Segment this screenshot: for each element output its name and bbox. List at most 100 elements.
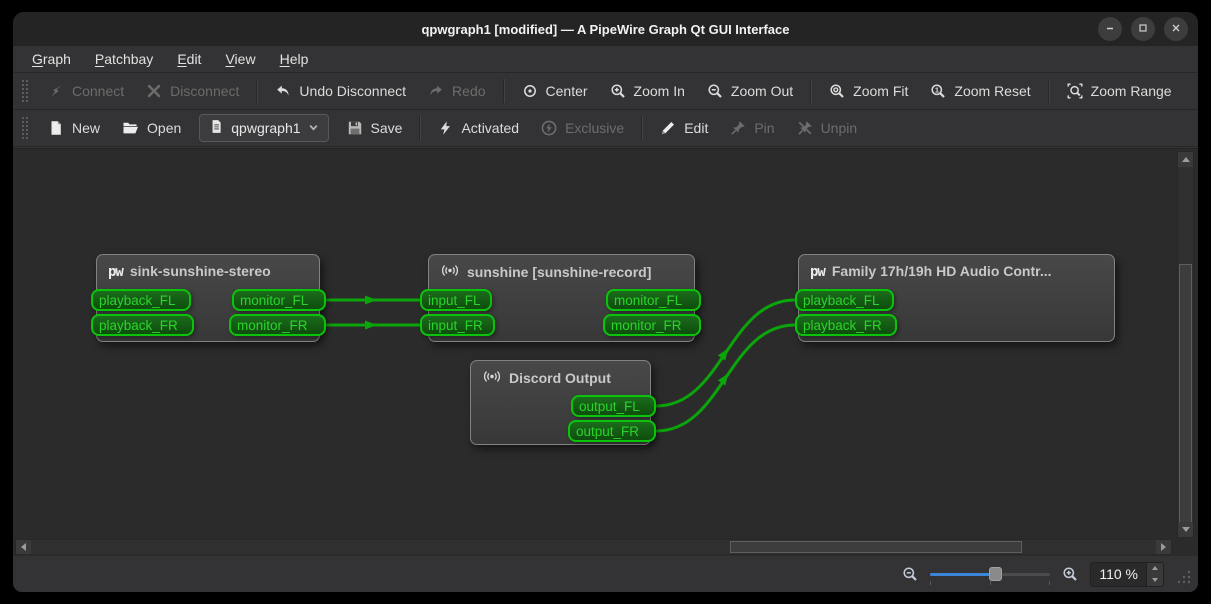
connect-button[interactable]: Connect xyxy=(39,78,133,104)
zoom-out-button[interactable]: Zoom Out xyxy=(698,78,802,104)
pipewire-icon: pw xyxy=(810,264,826,280)
node-title-bar: pw Family 17h/19h HD Audio Contr... xyxy=(799,255,1114,287)
chevron-down-icon xyxy=(308,120,319,136)
zoom-range-button[interactable]: Zoom Range xyxy=(1058,78,1181,104)
toolbar-button-label: Exclusive xyxy=(565,120,625,136)
statusbar-zoom-out-button[interactable] xyxy=(898,563,922,585)
port-family-playback-fl[interactable]: playback_FL xyxy=(795,289,894,311)
close-button[interactable] xyxy=(1164,17,1188,41)
port-discord-output-fl[interactable]: output_FL xyxy=(571,395,656,417)
toolbar-drag-handle[interactable] xyxy=(21,116,29,140)
toolbar-drag-handle[interactable] xyxy=(21,79,29,103)
menu-edit[interactable]: Edit xyxy=(168,49,210,69)
undo-icon xyxy=(275,83,291,99)
center-icon xyxy=(522,83,538,99)
port-sunshine-input-fl[interactable]: input_FL xyxy=(420,289,492,311)
zoom-in-icon xyxy=(610,83,626,99)
horizontal-scrollbar-thumb[interactable] xyxy=(730,541,1022,553)
pin-button[interactable]: Pin xyxy=(721,115,783,141)
menu-help[interactable]: Help xyxy=(271,49,318,69)
redo-icon xyxy=(428,83,444,99)
zoom-fit-icon xyxy=(829,83,845,99)
port-family-playback-fr[interactable]: playback_FR xyxy=(795,314,897,336)
zoom-out-icon xyxy=(707,83,723,99)
unpin-button[interactable]: Unpin xyxy=(788,115,867,141)
menu-patchbay[interactable]: Patchbay xyxy=(86,49,162,69)
zoom-spinbox[interactable]: 110 % xyxy=(1090,561,1164,587)
zoom-reset-button[interactable]: 1 Zoom Reset xyxy=(921,78,1039,104)
patchbay-file-combo[interactable]: qpwgraph1 xyxy=(199,114,329,142)
disconnect-icon xyxy=(146,83,162,99)
zoom-value[interactable]: 110 % xyxy=(1091,563,1146,586)
document-icon xyxy=(209,119,224,137)
port-sunshine-monitor-fl[interactable]: monitor_FL xyxy=(606,289,701,311)
menu-graph[interactable]: Graph xyxy=(23,49,80,69)
exclusive-button[interactable]: Exclusive xyxy=(532,115,633,141)
pipewire-icon: pw xyxy=(108,264,124,280)
save-button[interactable]: Save xyxy=(338,115,412,141)
disconnect-button[interactable]: Disconnect xyxy=(137,78,248,104)
edit-button[interactable]: Edit xyxy=(651,115,717,141)
connect-icon xyxy=(48,83,64,99)
scroll-up-button[interactable] xyxy=(1178,152,1193,167)
activated-button[interactable]: Activated xyxy=(429,115,528,141)
minimize-icon xyxy=(1104,22,1116,37)
statusbar-zoom-in-button[interactable] xyxy=(1058,563,1082,585)
redo-button[interactable]: Redo xyxy=(419,78,494,104)
toolbar-separator xyxy=(256,79,259,103)
scroll-right-button[interactable] xyxy=(1156,540,1171,554)
patchbay-toolbar: New Open qpwgraph1 Save Activated Exclusive Ed… xyxy=(13,110,1198,147)
menu-view[interactable]: View xyxy=(216,49,264,69)
zoom-step-up-button[interactable] xyxy=(1147,562,1163,574)
zoom-step-down-button[interactable] xyxy=(1147,574,1163,586)
maximize-icon xyxy=(1137,22,1149,37)
node-title: sink-sunshine-stereo xyxy=(129,263,271,279)
toolbar-button-label: Activated xyxy=(461,120,520,136)
zoom-spinbox-steppers xyxy=(1146,562,1163,586)
node-title: Family 17h/19h HD Audio Contr... xyxy=(831,263,1052,279)
zoom-fit-button[interactable]: Zoom Fit xyxy=(820,78,917,104)
zoom-slider-handle[interactable] xyxy=(989,567,1003,581)
open-icon xyxy=(122,120,139,136)
maximize-button[interactable] xyxy=(1131,17,1155,41)
zoom-slider[interactable] xyxy=(930,564,1051,585)
zoom-reset-icon: 1 xyxy=(930,83,946,99)
minimize-button[interactable] xyxy=(1098,17,1122,41)
vertical-scrollbar-thumb[interactable] xyxy=(1179,264,1192,524)
port-sink-playback-fl[interactable]: playback_FL xyxy=(91,289,191,311)
edge-arrow-icon xyxy=(717,373,729,386)
arrow-down-icon xyxy=(1181,527,1190,532)
port-discord-output-fr[interactable]: output_FR xyxy=(568,420,656,442)
scroll-left-button[interactable] xyxy=(16,540,31,554)
toolbar-separator xyxy=(1047,79,1050,103)
main-toolbar: Connect Disconnect Undo Disconnect Redo Cent… xyxy=(13,73,1198,110)
edit-icon xyxy=(660,120,676,136)
new-button[interactable]: New xyxy=(39,115,109,141)
vertical-scrollbar[interactable] xyxy=(1177,151,1194,538)
toolbar-button-label: Redo xyxy=(452,83,486,99)
center-button[interactable]: Center xyxy=(513,78,597,104)
broadcast-icon xyxy=(482,369,502,387)
toolbar-button-label: Center xyxy=(545,83,588,99)
window-title: qpwgraph1 [modified] — A PipeWire Graph … xyxy=(421,21,790,37)
toolbar-button-label: Zoom Range xyxy=(1090,83,1172,99)
toolbar-button-label: Zoom Fit xyxy=(853,83,909,99)
zoom-in-button[interactable]: Zoom In xyxy=(601,78,694,104)
pin-icon xyxy=(730,120,746,136)
port-sink-monitor-fr[interactable]: monitor_FR xyxy=(229,314,326,336)
port-sink-monitor-fl[interactable]: monitor_FL xyxy=(232,289,326,311)
exclusive-icon xyxy=(541,120,557,136)
window-resize-grip[interactable] xyxy=(1172,561,1194,587)
scroll-down-button[interactable] xyxy=(1178,522,1193,537)
node-title-bar: Discord Output xyxy=(471,361,650,395)
graph-canvas[interactable]: pw sink-sunshine-stereo sunshine [sunshine… xyxy=(13,148,1198,556)
undo-button[interactable]: Undo Disconnect xyxy=(266,78,415,104)
horizontal-scrollbar[interactable] xyxy=(15,539,1172,555)
port-sink-playback-fr[interactable]: playback_FR xyxy=(91,314,194,336)
toolbar-separator xyxy=(641,116,644,140)
title-bar: qpwgraph1 [modified] — A PipeWire Graph … xyxy=(13,12,1198,46)
port-sunshine-monitor-fr[interactable]: monitor_FR xyxy=(603,314,701,336)
open-button[interactable]: Open xyxy=(113,115,190,141)
port-sunshine-input-fr[interactable]: input_FR xyxy=(420,314,495,336)
combo-value: qpwgraph1 xyxy=(231,120,301,136)
